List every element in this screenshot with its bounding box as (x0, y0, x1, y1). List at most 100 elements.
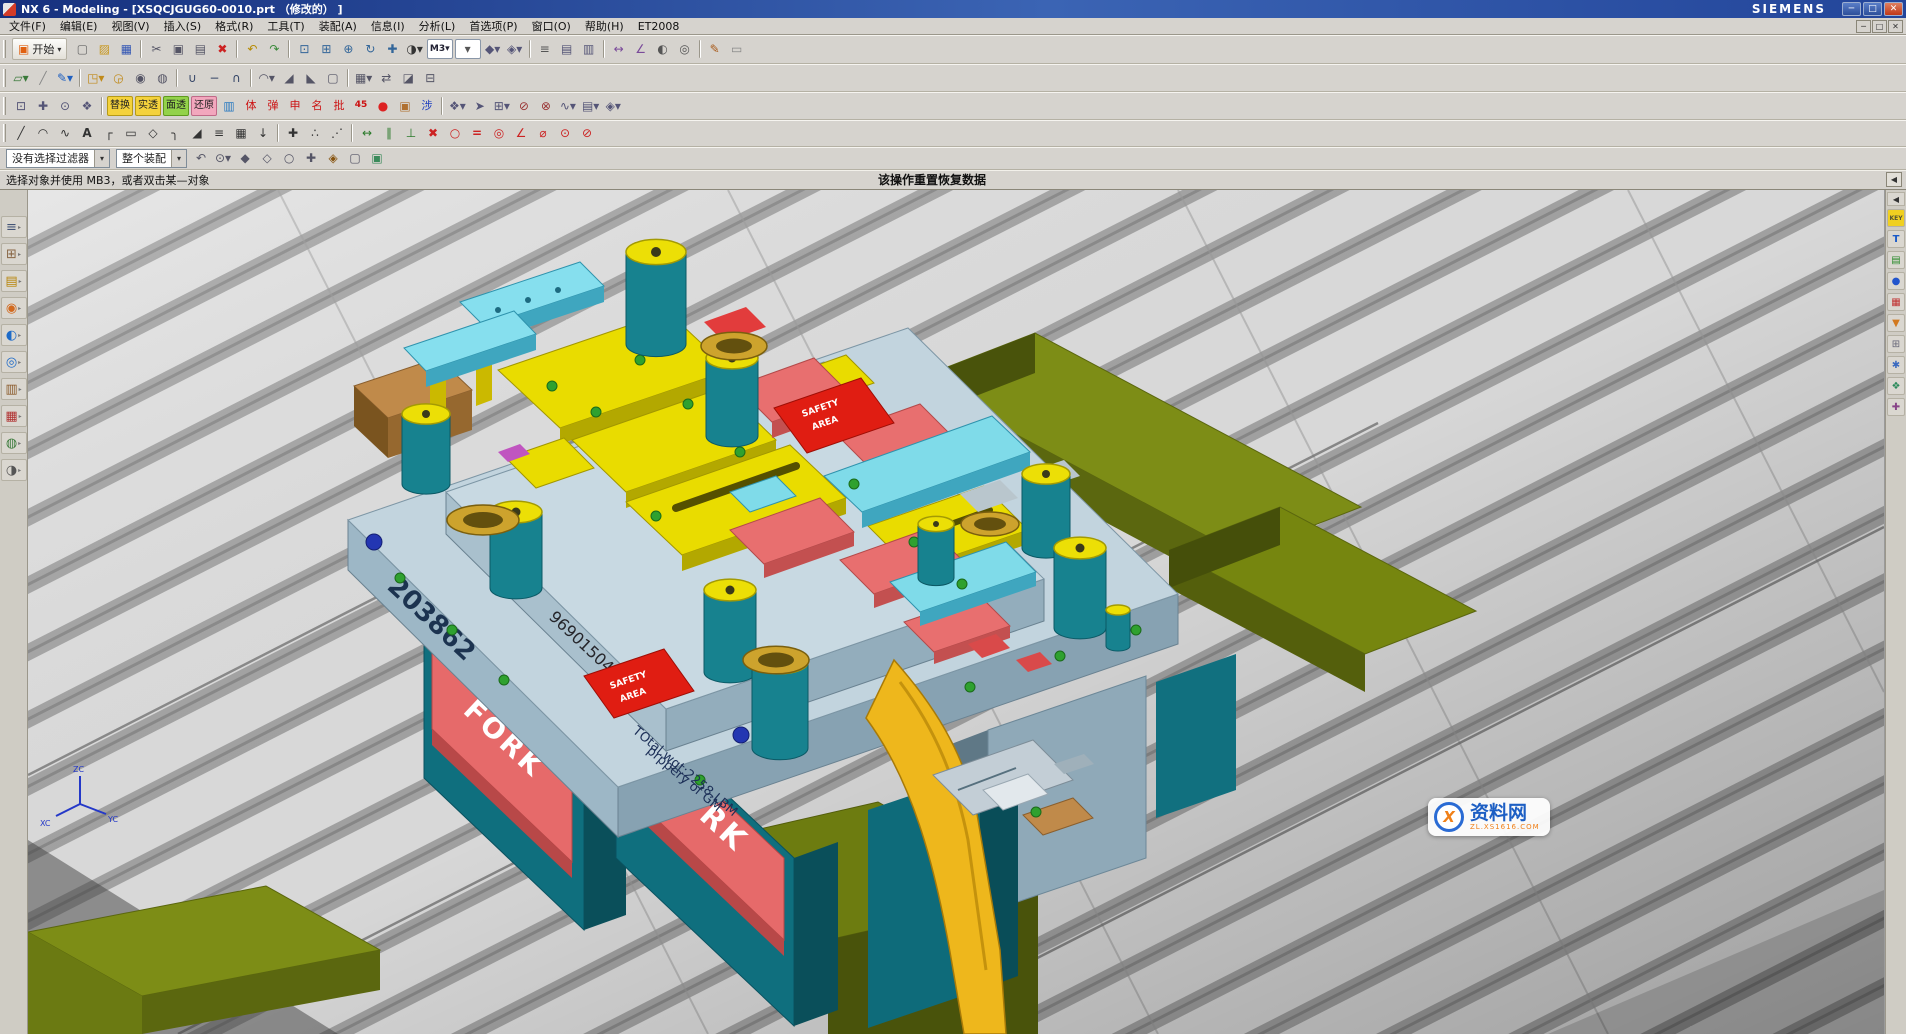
line-button[interactable]: ╱ (11, 123, 31, 143)
concentric-constraint-button[interactable]: ◎ (489, 123, 509, 143)
zoom-window-button[interactable]: ⊞ (316, 39, 336, 59)
arc-button[interactable]: ◠ (33, 123, 53, 143)
settings-icon[interactable]: ✚ (1887, 398, 1905, 416)
arrangements-button[interactable]: ⊞▾ (492, 96, 512, 116)
maximize-button[interactable]: □ (1863, 2, 1882, 16)
wcs-toggle[interactable]: ◈ (323, 148, 343, 168)
assembly-constraint-button[interactable]: ⊙ (55, 96, 75, 116)
toolbar-grip[interactable] (3, 40, 6, 58)
selection-box-button[interactable]: ⊡ (11, 96, 31, 116)
equal-constraint-button[interactable]: = (467, 123, 487, 143)
fit-view-button[interactable]: ⊡ (294, 39, 314, 59)
measure-distance-button[interactable]: ↔ (609, 39, 629, 59)
close-button[interactable]: ✕ (1884, 2, 1903, 16)
copy-button[interactable]: ▣ (168, 39, 188, 59)
edge-blend-button[interactable]: ◠▾ (256, 68, 277, 88)
assembly-navigator-tab[interactable]: ≡ ▸ (1, 216, 27, 238)
pattern-component-button[interactable]: ❖ (77, 96, 97, 116)
batch-tool-button[interactable]: 批 (329, 96, 349, 116)
rapid-dimension-button[interactable]: ↔ (357, 123, 377, 143)
rotate-view-button[interactable]: ↻ (360, 39, 380, 59)
shell-button[interactable]: ▢ (323, 68, 343, 88)
part-navigator-tab[interactable]: ▤ ▸ (1, 270, 27, 292)
redo-button[interactable]: ↷ (264, 39, 284, 59)
background-color-button[interactable]: ▾ (455, 39, 481, 59)
menu-item[interactable]: 文件(F) (2, 17, 53, 35)
rectangle-button[interactable]: ▭ (121, 123, 141, 143)
menu-item[interactable]: ET2008 (631, 19, 687, 34)
toolbar-grip[interactable] (3, 69, 6, 87)
minimize-button[interactable]: ─ (1842, 2, 1861, 16)
graphics-window[interactable]: FORK FORK 203862 96901504 (28, 190, 1885, 1034)
unite-button[interactable]: ∪ (182, 68, 202, 88)
collapse-left-icon[interactable]: ◀ (1887, 192, 1905, 206)
sketch-button[interactable]: ✎▾ (55, 68, 75, 88)
trim-body-button[interactable]: ◪ (398, 68, 418, 88)
boss-button[interactable]: ◍ (152, 68, 172, 88)
point-set-button[interactable]: ∴ (305, 123, 325, 143)
highlight-toggle[interactable]: ▣ (367, 148, 387, 168)
radial-dimension-button[interactable]: ⊙ (555, 123, 575, 143)
menu-item[interactable]: 信息(I) (364, 17, 412, 35)
explode-assembly-button[interactable]: ❖▾ (447, 96, 468, 116)
point-button[interactable]: ✚ (283, 123, 303, 143)
perimeter-dimension-button[interactable]: ⊘ (577, 123, 597, 143)
green-stack-icon[interactable]: ▤ (1887, 251, 1905, 269)
color-columns-button[interactable]: ▥ (219, 96, 239, 116)
tangent-constraint-button[interactable]: ○ (445, 123, 465, 143)
intersect-button[interactable]: ∩ (226, 68, 246, 88)
pan-button[interactable]: ✚ (382, 39, 402, 59)
menu-item[interactable]: 帮助(H) (578, 17, 631, 35)
mdi-restore-button[interactable]: □ (1872, 20, 1887, 33)
layer-category-button[interactable]: ▥ (579, 39, 599, 59)
text-button[interactable]: A (77, 123, 97, 143)
clearance-analysis-button[interactable]: ⊘ (514, 96, 534, 116)
snap-point-toggle[interactable]: ⊙▾ (213, 148, 233, 168)
save-button[interactable]: ▦ (116, 39, 136, 59)
diameter-dimension-button[interactable]: ⌀ (533, 123, 553, 143)
pattern-curve-button[interactable]: ▦ (231, 123, 251, 143)
history-tab[interactable]: ▥ ▸ (1, 378, 27, 400)
menu-item[interactable]: 工具(T) (260, 17, 311, 35)
spline-points-button[interactable]: ⋰ (327, 123, 347, 143)
chamfer-button[interactable]: ◢ (279, 68, 299, 88)
assembly-sequence-button[interactable]: ➤ (470, 96, 490, 116)
spline-button[interactable]: ∿ (55, 123, 75, 143)
solid-transparent-button[interactable]: 实透 (135, 96, 161, 116)
center-snap-toggle[interactable]: ○ (279, 148, 299, 168)
menu-item[interactable]: 视图(V) (104, 17, 156, 35)
project-curve-button[interactable]: ↓ (253, 123, 273, 143)
collapse-left-icon[interactable]: ◀ (1886, 172, 1902, 187)
shaded-display-button[interactable]: ◑▾ (404, 39, 425, 59)
selection-rectangle-toggle[interactable]: ▢ (345, 148, 365, 168)
menu-item[interactable]: 分析(L) (412, 17, 463, 35)
rotate-45-button[interactable]: 45 (351, 96, 371, 116)
open-button[interactable]: ▨ (94, 39, 114, 59)
perpendicular-constraint-button[interactable]: ⊥ (401, 123, 421, 143)
selection-filter-dropdown[interactable]: 没有选择过滤器 ▾ (6, 149, 110, 168)
constraint-navigator-tab[interactable]: ⊞ ▸ (1, 243, 27, 265)
help-point-button[interactable]: ▭ (727, 39, 747, 59)
revolve-button[interactable]: ◶ (108, 68, 128, 88)
polygon-button[interactable]: ◇ (143, 123, 163, 143)
extrude-button[interactable]: ◳▾ (85, 68, 106, 88)
menu-item[interactable]: 编辑(E) (53, 17, 105, 35)
product-outline-button[interactable]: ▤▾ (580, 96, 601, 116)
web-browser-tab[interactable]: ◎ ▸ (1, 351, 27, 373)
process-studio-tab[interactable]: ◍ ▸ (1, 432, 27, 454)
view-m3-button[interactable]: M3▾ (427, 39, 453, 59)
layer-visible-button[interactable]: ▤ (557, 39, 577, 59)
stretch-tool-button[interactable]: 申 (285, 96, 305, 116)
mirror-feature-button[interactable]: ⇄ (376, 68, 396, 88)
spring-tool-button[interactable]: 弹 (263, 96, 283, 116)
new-button[interactable]: ▢ (72, 39, 92, 59)
measure-icon[interactable]: ❖ (1887, 377, 1905, 395)
toolbar-grip[interactable] (3, 97, 6, 115)
layer-settings-button[interactable]: ≡ (535, 39, 555, 59)
subtract-button[interactable]: − (204, 68, 224, 88)
cut-button[interactable]: ✂ (146, 39, 166, 59)
datum-axis-button[interactable]: ╱ (33, 68, 53, 88)
endpoint-snap-toggle[interactable]: ◆ (235, 148, 255, 168)
previous-selection-button[interactable]: ↶ (191, 148, 211, 168)
pattern-feature-button[interactable]: ▦▾ (353, 68, 374, 88)
